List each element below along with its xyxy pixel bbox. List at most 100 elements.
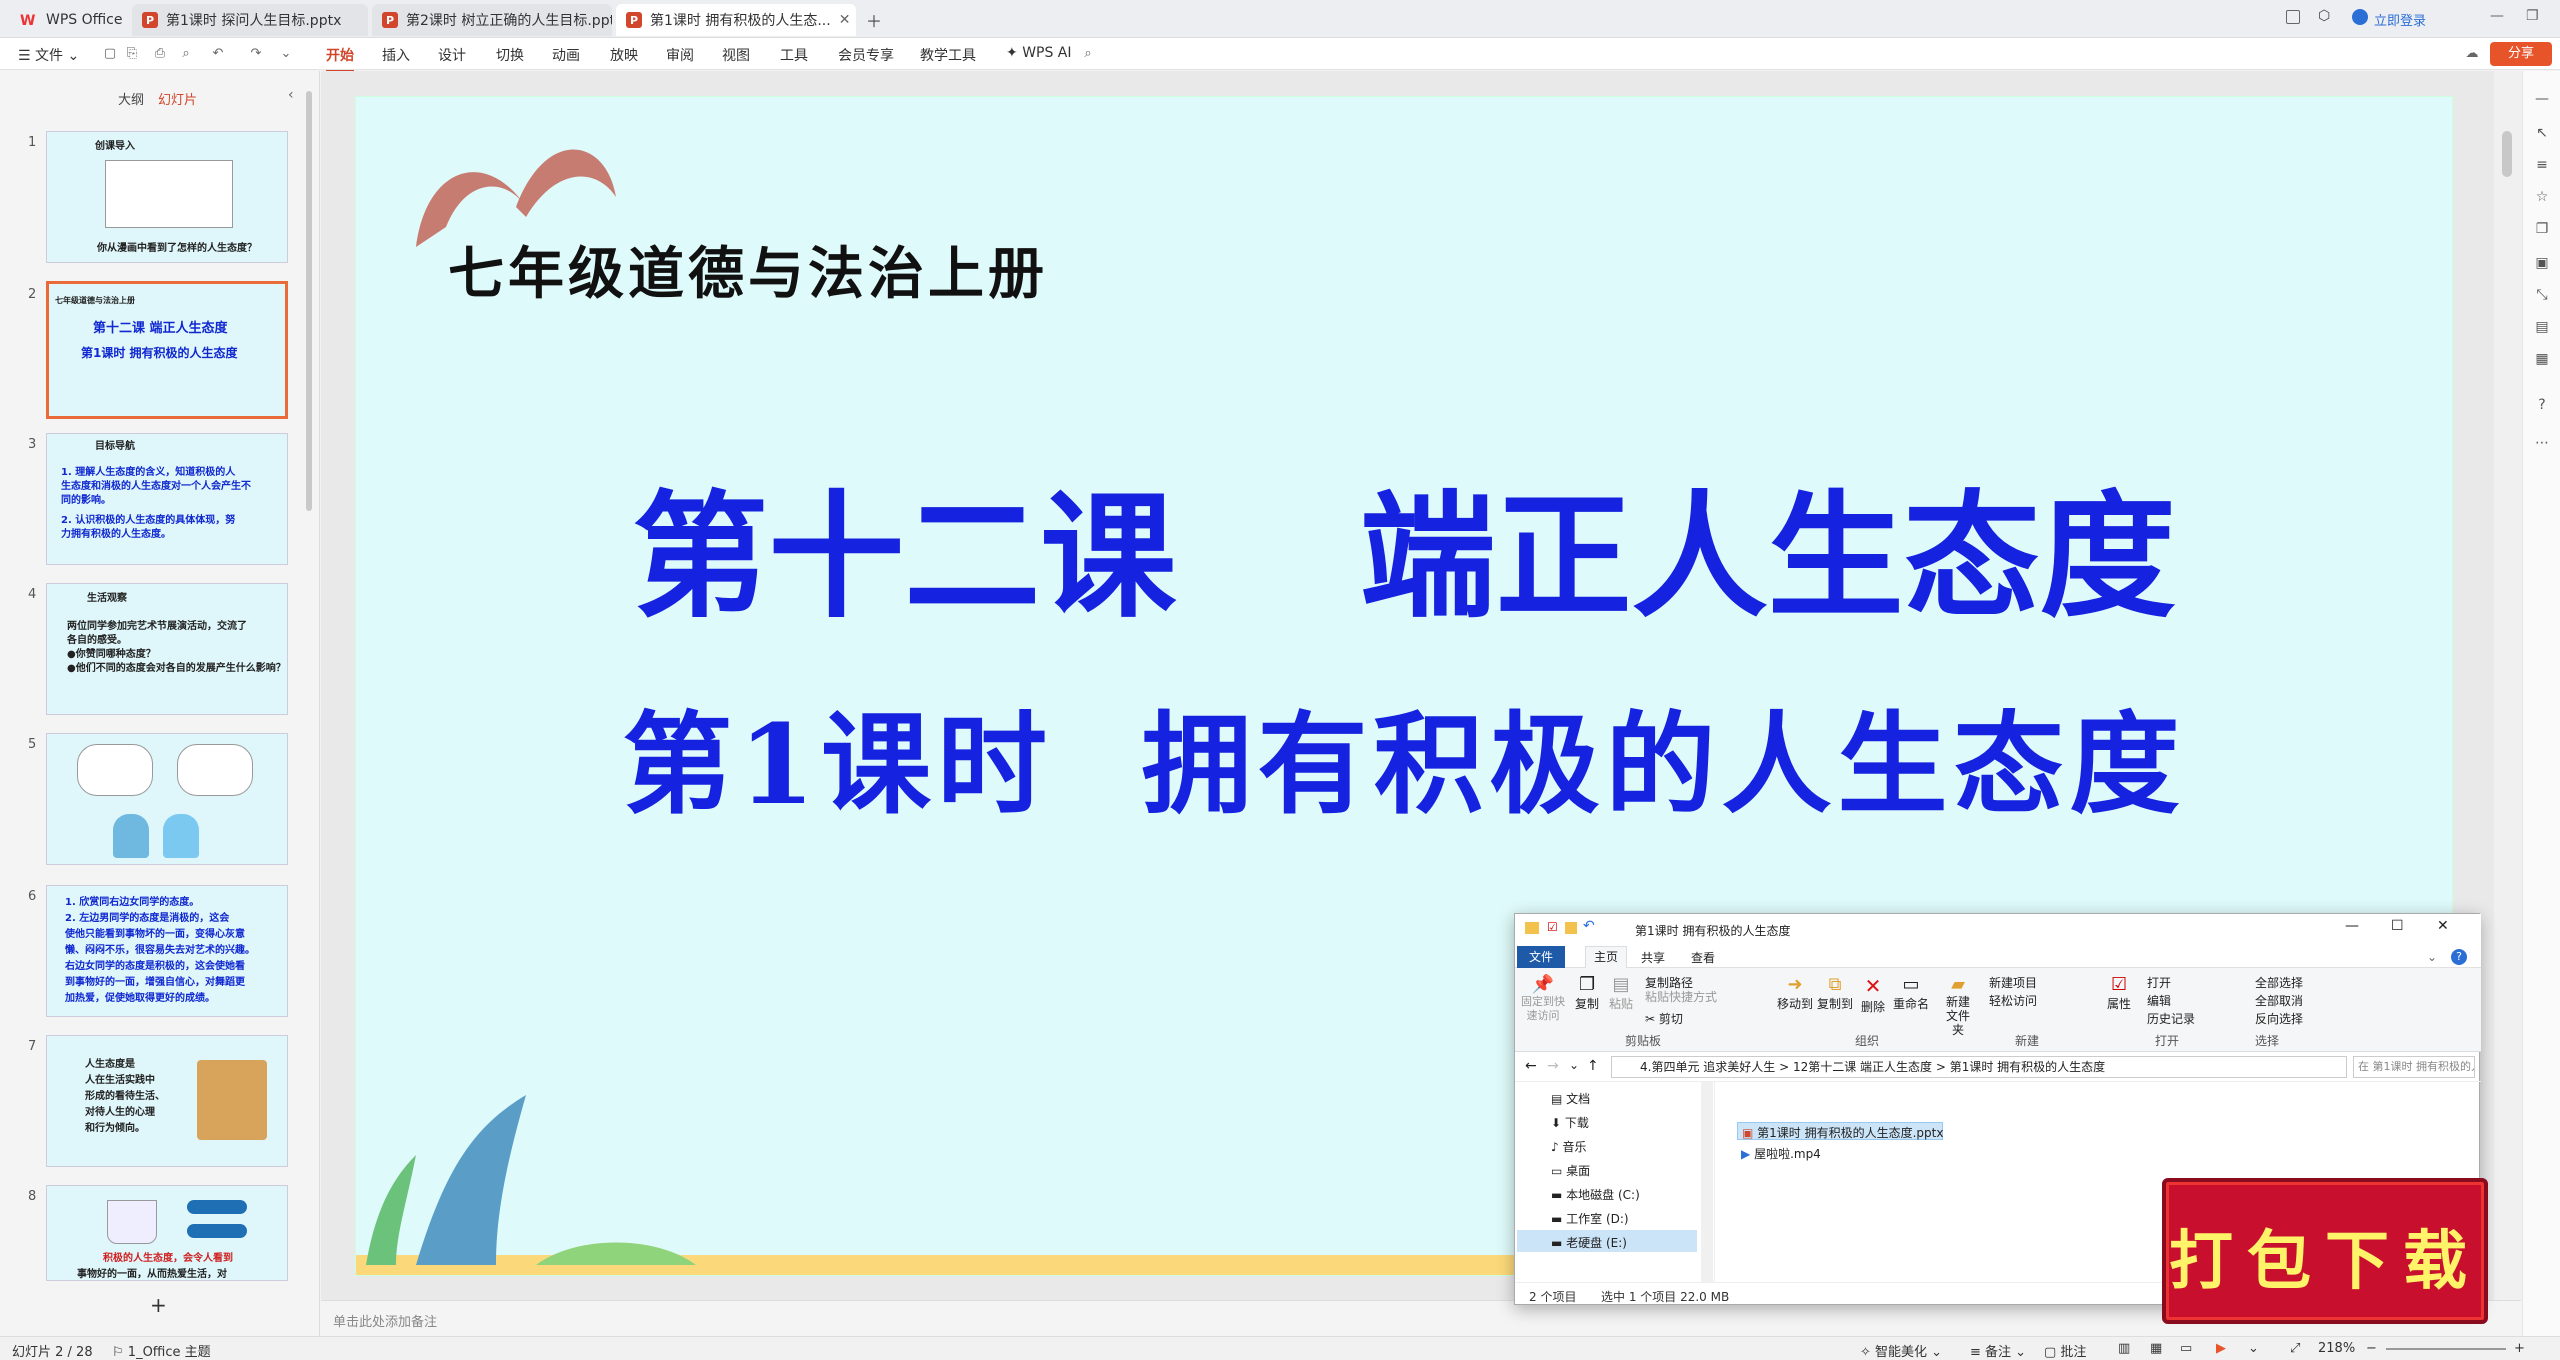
file-row-pptx[interactable]: ▣ 第1课时 拥有积极的人生态度.pptx <box>1737 1122 1943 1140</box>
path-field[interactable]: 4.第四单元 追求美好人生 > 12第十二课 端正人生态度 > 第1课时 拥有积… <box>1611 1056 2347 1078</box>
zoom-level[interactable]: 218% <box>2318 1341 2355 1356</box>
close-icon[interactable]: ✕ <box>839 12 851 28</box>
slide-thumb-1[interactable]: 创课导入 你从漫画中看到了怎样的人生态度？ <box>46 131 288 263</box>
tab-transition[interactable]: 切换 <box>496 45 524 65</box>
notes-toggle[interactable]: ≡ 备注 ⌄ <box>1970 1341 2026 1360</box>
help-icon[interactable]: ? <box>2533 397 2551 415</box>
settings-icon[interactable]: ≡ <box>2533 157 2551 175</box>
tab-animation[interactable]: 动画 <box>552 45 580 65</box>
open-button[interactable]: 打开 <box>2147 974 2171 991</box>
file-menu[interactable]: ☰ 文件 ⌄ <box>18 45 79 65</box>
rename-button[interactable]: ▭ 重命名 <box>1893 974 1929 1012</box>
slide-thumb-3[interactable]: 目标导航 1. 理解人生态度的含义，知道积极的人 生态度和消极的人生态度对一个人… <box>46 433 288 565</box>
tab-doc-1[interactable]: P 第1课时 探问人生目标.pptx <box>132 4 368 36</box>
path-segment[interactable]: 第1课时 拥有积极的人生态度 <box>1950 1060 2105 1074</box>
share-button[interactable]: 分享 <box>2490 42 2552 66</box>
tab-review[interactable]: 审阅 <box>666 45 694 65</box>
collapse-panel-icon[interactable]: ‹ <box>288 87 294 103</box>
add-slide-button[interactable]: + <box>150 1293 167 1317</box>
close-icon[interactable]: ✕ <box>2437 918 2449 934</box>
path-segment[interactable]: 12第十二课 端正人生态度 <box>1793 1060 1932 1074</box>
minimize-icon[interactable]: — <box>2345 918 2359 934</box>
pin-button[interactable]: 📌 固定到快速访问 <box>1521 974 1565 1023</box>
more-icon[interactable]: ⋯ <box>2533 435 2551 453</box>
zoom-out-icon[interactable]: − <box>2366 1341 2377 1356</box>
tab-insert[interactable]: 插入 <box>382 45 410 65</box>
more-chevron-icon[interactable]: ⌄ <box>278 46 294 62</box>
tab-slideshow[interactable]: 放映 <box>610 45 638 65</box>
slide-thumb-4[interactable]: 生活观察 两位同学参加完艺术节展演活动，交流了 各自的感受。 ●你赞同哪种态度？… <box>46 583 288 715</box>
zoom-slider[interactable] <box>2386 1348 2506 1350</box>
nav-item-drive-d[interactable]: ▬ 工作室 (D:) <box>1551 1210 1629 1227</box>
panel-scrollbar[interactable] <box>306 91 312 511</box>
new-tab-icon[interactable]: ＋ <box>866 8 882 32</box>
move-to-button[interactable]: ➜ 移动到 <box>1777 974 1813 1012</box>
minimize-icon[interactable]: — <box>2490 8 2504 24</box>
minus-icon[interactable]: — <box>2533 91 2551 109</box>
avatar[interactable] <box>2352 9 2368 25</box>
new-item-button[interactable]: 新建项目 <box>1989 974 2037 991</box>
reading-view-icon[interactable]: ▭ <box>2180 1341 2192 1356</box>
pointer-icon[interactable]: ↖ <box>2533 125 2551 143</box>
search-field[interactable]: 在 第1课时 拥有积极的人生态度 中... <box>2353 1056 2475 1078</box>
paste-shortcut-button[interactable]: 粘贴快捷方式 <box>1645 988 1717 1005</box>
undo-icon[interactable]: ↶ <box>1583 918 1595 934</box>
comment-toggle[interactable]: ▢ 批注 <box>2044 1341 2086 1360</box>
normal-view-icon[interactable]: ▥ <box>2118 1341 2130 1356</box>
tab-start[interactable]: 开始 <box>326 45 354 72</box>
forward-icon[interactable]: → <box>1547 1058 1559 1074</box>
properties-icon[interactable]: ☑ <box>1547 920 1558 934</box>
sorter-view-icon[interactable]: ▦ <box>2150 1341 2162 1356</box>
copy-icon[interactable]: ❐ <box>2533 221 2551 239</box>
nav-item-music[interactable]: ♪ 音乐 <box>1551 1138 1587 1155</box>
cloud-icon[interactable]: ☁ <box>2464 46 2480 62</box>
tab-member[interactable]: 会员专享 <box>838 45 894 65</box>
nav-item-drive-c[interactable]: ▬ 本地磁盘 (C:) <box>1551 1186 1640 1203</box>
slide-thumb-6[interactable]: 1. 欣赏同右边女同学的态度。 2. 左边男同学的态度是消极的，这会 使他只能看… <box>46 885 288 1017</box>
properties-button[interactable]: ☑ 属性 <box>2107 974 2131 1012</box>
copy-button[interactable]: ❐ 复制 <box>1575 974 1599 1012</box>
save-icon[interactable]: ▢ <box>102 46 118 62</box>
select-all-button[interactable]: 全部选择 <box>2255 974 2303 991</box>
tab-view[interactable]: 查看 <box>1691 949 1715 966</box>
login-link[interactable]: 立即登录 <box>2374 10 2426 29</box>
back-icon[interactable]: ← <box>1525 1058 1537 1074</box>
up-icon[interactable]: ↑ <box>1587 1058 1599 1074</box>
package-download-button[interactable]: 打包下载 <box>2162 1178 2488 1324</box>
template-icon[interactable]: ▦ <box>2533 351 2551 369</box>
path-segment[interactable]: 4.第四单元 追求美好人生 <box>1640 1060 1775 1074</box>
tab-doc-3[interactable]: P 第1课时 拥有积极的人生态... ✕ <box>616 4 856 36</box>
select-none-button[interactable]: 全部取消 <box>2255 992 2303 1009</box>
tab-slides[interactable]: 幻灯片 <box>158 89 197 108</box>
redo-icon[interactable]: ↷ <box>248 46 264 62</box>
tab-view[interactable]: 视图 <box>722 45 750 65</box>
slide-thumb-7[interactable]: 人生态度是 人在生活实践中 形成的看待生活、 对待人生的心理 和行为倾向。 <box>46 1035 288 1167</box>
maximize-icon[interactable]: ❐ <box>2526 8 2539 24</box>
delete-button[interactable]: ✕ 删除 <box>1861 974 1885 1015</box>
zoom-in-icon[interactable]: + <box>2514 1341 2525 1356</box>
nav-scrollbar[interactable] <box>1701 1082 1713 1282</box>
history-button[interactable]: 历史记录 <box>2147 1010 2195 1027</box>
help-icon[interactable]: ? <box>2451 949 2467 965</box>
new-folder-icon[interactable] <box>1565 922 1577 934</box>
theme-name[interactable]: ⚐ 1_Office 主题 <box>112 1341 211 1360</box>
tab-share[interactable]: 共享 <box>1641 949 1665 966</box>
export-icon[interactable]: ⎘ <box>124 46 140 62</box>
chevron-down-icon[interactable]: ⌄ <box>2427 950 2437 964</box>
file-row-mp4[interactable]: ▶ 屋啦啦.mp4 <box>1737 1144 1825 1163</box>
tab-doc-2[interactable]: P 第2课时 树立正确的人生目标.pptx <box>372 4 612 36</box>
image-icon[interactable]: ▣ <box>2533 255 2551 273</box>
scroll-thumb[interactable] <box>2502 131 2512 177</box>
tab-tools[interactable]: 工具 <box>780 45 808 65</box>
nav-item-desktop[interactable]: ▭ 桌面 <box>1551 1162 1590 1179</box>
play-icon[interactable]: ▶ <box>2216 1341 2226 1356</box>
edit-button[interactable]: 编辑 <box>2147 992 2171 1009</box>
paste-button[interactable]: ▤ 粘贴 <box>1609 974 1633 1012</box>
slide-thumb-8[interactable]: 积极的人生态度，会令人看到 事物好的一面，从而热爱生活，对 <box>46 1185 288 1281</box>
tab-outline[interactable]: 大纲 <box>118 89 144 108</box>
wps-ai-button[interactable]: ✦ WPS AI <box>1006 45 1072 61</box>
cut-button[interactable]: ✂ 剪切 <box>1645 1010 1683 1027</box>
history-chevron-icon[interactable]: ⌄ <box>1569 1058 1579 1072</box>
fullscreen-icon[interactable]: ⤢ <box>2290 1341 2300 1356</box>
maximize-icon[interactable]: ☐ <box>2391 918 2404 934</box>
